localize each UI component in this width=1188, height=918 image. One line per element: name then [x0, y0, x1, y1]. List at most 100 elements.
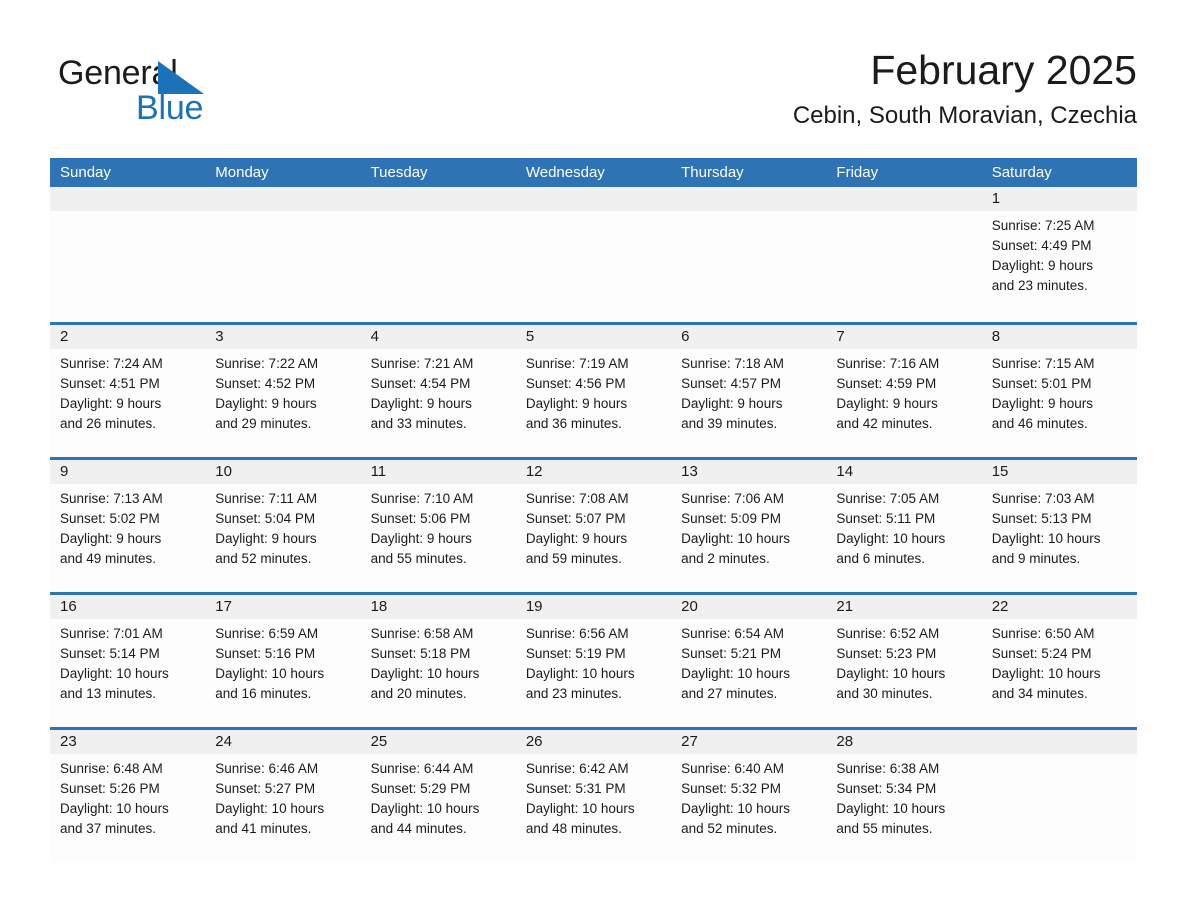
day-sun-info: Sunrise: 6:54 AM Sunset: 5:21 PM Daylight:… [671, 619, 826, 704]
daylight-text-line2: and 16 minutes. [215, 686, 312, 701]
daylight-text-line2: and 23 minutes. [991, 278, 1088, 293]
day-number: 22 [981, 595, 1137, 619]
day-sun-info: Sunrise: 6:56 AM Sunset: 5:19 PM Daylight:… [516, 619, 671, 704]
day-sun-info: Sunrise: 6:46 AM Sunset: 5:27 PM Daylight:… [205, 754, 360, 839]
day-number [515, 187, 672, 211]
day-cell[interactable]: 3 Sunrise: 7:22 AM Sunset: 4:52 PM Daylight… [205, 325, 361, 457]
weekday-header-saturday: Saturday [991, 163, 1052, 181]
brand-logo[interactable]: General Blue [58, 54, 318, 134]
day-number: 28 [826, 730, 982, 754]
sunrise-text: Sunrise: 7:21 AM [370, 356, 474, 371]
day-cell[interactable]: 22 Sunrise: 6:50 AM Sunset: 5:24 PM Dayligh… [981, 595, 1137, 727]
day-cell[interactable]: 13 Sunrise: 7:06 AM Sunset: 5:09 PM Dayligh… [671, 460, 827, 592]
calendar-week-row: 23 Sunrise: 6:48 AM Sunset: 5:26 PM Dayligh… [50, 727, 1137, 862]
day-cell[interactable]: 23 Sunrise: 6:48 AM Sunset: 5:26 PM Dayligh… [50, 730, 206, 862]
sunset-text: Sunset: 5:19 PM [525, 646, 626, 661]
sunrise-text: Sunrise: 7:15 AM [991, 356, 1095, 371]
day-sun-info: Sunrise: 7:10 AM Sunset: 5:06 PM Daylight:… [361, 484, 516, 569]
day-cell[interactable]: 10 Sunrise: 7:11 AM Sunset: 5:04 PM Dayligh… [205, 460, 361, 592]
day-cell[interactable]: 25 Sunrise: 6:44 AM Sunset: 5:29 PM Dayligh… [360, 730, 516, 862]
sunrise-text: Sunrise: 6:59 AM [215, 626, 319, 641]
day-sun-info: Sunrise: 7:24 AM Sunset: 4:51 PM Daylight:… [50, 349, 205, 434]
sunset-text: Sunset: 5:14 PM [60, 646, 160, 661]
sunrise-text: Sunrise: 6:38 AM [836, 761, 940, 776]
day-cell[interactable]: 17 Sunrise: 6:59 AM Sunset: 5:16 PM Dayligh… [205, 595, 361, 727]
day-cell[interactable]: 7 Sunrise: 7:16 AM Sunset: 4:59 PM Daylight… [826, 325, 982, 457]
daylight-text-line1: Daylight: 10 hours [836, 801, 946, 816]
day-sun-info: Sunrise: 6:40 AM Sunset: 5:32 PM Daylight:… [671, 754, 826, 839]
calendar-week-row: 9 Sunrise: 7:13 AM Sunset: 5:02 PM Daylight… [50, 457, 1137, 592]
sunset-text: Sunset: 5:29 PM [370, 781, 471, 796]
day-number: 15 [981, 460, 1137, 484]
day-number: 23 [50, 730, 206, 754]
day-cell[interactable]: 21 Sunrise: 6:52 AM Sunset: 5:23 PM Dayligh… [826, 595, 982, 727]
day-cell[interactable]: 18 Sunrise: 6:58 AM Sunset: 5:18 PM Dayligh… [360, 595, 516, 727]
day-cell[interactable]: 16 Sunrise: 7:01 AM Sunset: 5:14 PM Dayligh… [50, 595, 206, 727]
daylight-text-line2: and 52 minutes. [215, 551, 312, 566]
calendar-week-row: 1 Sunrise: 7:25 AM Sunset: 4:49 PM Daylight… [50, 187, 1137, 322]
sunset-text: Sunset: 4:59 PM [836, 376, 937, 391]
daylight-text-line1: Daylight: 10 hours [60, 801, 169, 816]
sunset-text: Sunset: 5:06 PM [370, 511, 471, 526]
day-cell[interactable]: 28 Sunrise: 6:38 AM Sunset: 5:34 PM Dayligh… [826, 730, 982, 862]
daylight-text-line2: and 49 minutes. [60, 551, 157, 566]
day-cell[interactable]: 4 Sunrise: 7:21 AM Sunset: 4:54 PM Daylight… [360, 325, 516, 457]
day-sun-info: Sunrise: 7:08 AM Sunset: 5:07 PM Daylight:… [516, 484, 671, 569]
day-number: 27 [671, 730, 827, 754]
day-cell[interactable]: 2 Sunrise: 7:24 AM Sunset: 4:51 PM Daylight… [50, 325, 206, 457]
brand-name-blue: Blue [136, 89, 204, 127]
day-cell[interactable]: 12 Sunrise: 7:08 AM Sunset: 5:07 PM Dayligh… [515, 460, 672, 592]
day-cell[interactable]: 27 Sunrise: 6:40 AM Sunset: 5:32 PM Dayligh… [671, 730, 827, 862]
daylight-text-line2: and 9 minutes. [991, 551, 1081, 566]
day-number: 17 [205, 595, 361, 619]
sunset-text: Sunset: 5:16 PM [215, 646, 316, 661]
day-cell-empty [826, 187, 982, 322]
sunrise-text: Sunrise: 7:22 AM [215, 356, 319, 371]
day-number: 10 [205, 460, 361, 484]
day-cell[interactable]: 14 Sunrise: 7:05 AM Sunset: 5:11 PM Dayligh… [826, 460, 982, 592]
day-cell[interactable]: 8 Sunrise: 7:15 AM Sunset: 5:01 PM Daylight… [981, 325, 1137, 457]
daylight-text-line2: and 20 minutes. [370, 686, 467, 701]
sunset-text: Sunset: 4:52 PM [215, 376, 316, 391]
sunrise-text: Sunrise: 6:48 AM [60, 761, 163, 776]
day-sun-info: Sunrise: 6:59 AM Sunset: 5:16 PM Daylight:… [205, 619, 360, 704]
sunset-text: Sunset: 5:34 PM [836, 781, 937, 796]
sunset-text: Sunset: 5:04 PM [215, 511, 316, 526]
day-cell[interactable]: 15 Sunrise: 7:03 AM Sunset: 5:13 PM Dayligh… [981, 460, 1137, 592]
day-cell[interactable]: 6 Sunrise: 7:18 AM Sunset: 4:57 PM Daylight… [671, 325, 827, 457]
day-cell[interactable]: 5 Sunrise: 7:19 AM Sunset: 4:56 PM Daylight… [515, 325, 672, 457]
page-title: February 2025 [870, 47, 1137, 93]
sunrise-text: Sunrise: 7:11 AM [215, 491, 318, 506]
day-cell-empty [515, 187, 672, 322]
day-cell[interactable]: 9 Sunrise: 7:13 AM Sunset: 5:02 PM Daylight… [50, 460, 206, 592]
sunrise-text: Sunrise: 7:05 AM [836, 491, 940, 506]
day-sun-info: Sunrise: 7:16 AM Sunset: 4:59 PM Daylight:… [826, 349, 981, 434]
weekday-header-tuesday: Tuesday [370, 163, 428, 181]
daylight-text-line2: and 44 minutes. [370, 821, 467, 836]
day-sun-info: Sunrise: 7:25 AM Sunset: 4:49 PM Daylight:… [982, 211, 1137, 296]
day-number: 14 [826, 460, 982, 484]
sunset-text: Sunset: 4:54 PM [370, 376, 471, 391]
daylight-text-line1: Daylight: 10 hours [60, 666, 169, 681]
day-cell[interactable]: 19 Sunrise: 6:56 AM Sunset: 5:19 PM Dayligh… [515, 595, 672, 727]
sunrise-text: Sunrise: 7:10 AM [370, 491, 474, 506]
daylight-text-line1: Daylight: 10 hours [370, 801, 480, 816]
day-cell[interactable]: 11 Sunrise: 7:10 AM Sunset: 5:06 PM Dayligh… [360, 460, 516, 592]
daylight-text-line1: Daylight: 10 hours [681, 531, 790, 546]
day-number: 13 [671, 460, 827, 484]
sunrise-text: Sunrise: 7:24 AM [60, 356, 163, 371]
day-number: 26 [515, 730, 672, 754]
sunrise-text: Sunrise: 6:40 AM [681, 761, 784, 776]
day-cell[interactable]: 24 Sunrise: 6:46 AM Sunset: 5:27 PM Dayligh… [205, 730, 361, 862]
daylight-text-line2: and 55 minutes. [836, 821, 933, 836]
sunrise-text: Sunrise: 6:56 AM [525, 626, 629, 641]
day-cell[interactable]: 20 Sunrise: 6:54 AM Sunset: 5:21 PM Dayligh… [671, 595, 827, 727]
day-cell[interactable]: 26 Sunrise: 6:42 AM Sunset: 5:31 PM Dayligh… [515, 730, 672, 862]
sunset-text: Sunset: 4:57 PM [681, 376, 781, 391]
day-cell[interactable]: 1 Sunrise: 7:25 AM Sunset: 4:49 PM Daylight… [981, 187, 1137, 322]
sunrise-text: Sunrise: 7:03 AM [991, 491, 1095, 506]
daylight-text-line2: and 48 minutes. [525, 821, 622, 836]
sunrise-text: Sunrise: 7:25 AM [991, 218, 1095, 233]
daylight-text-line1: Daylight: 9 hours [370, 396, 472, 411]
day-number: 8 [981, 325, 1137, 349]
